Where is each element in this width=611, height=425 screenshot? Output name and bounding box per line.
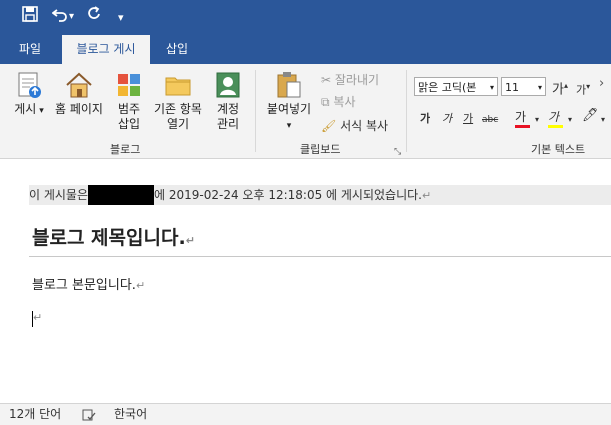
clear-format-icon[interactable]: 🖊	[582, 108, 599, 124]
highlight-label: 가	[548, 110, 560, 124]
post-title[interactable]: 블로그 제목입니다.↵	[32, 223, 195, 250]
paragraph-mark: ↵	[421, 189, 432, 202]
scissors-icon: ✂	[321, 73, 332, 87]
format-painter-icon: 🖌	[321, 119, 337, 133]
bold-button[interactable]: 가	[420, 111, 430, 127]
shrink-font-label: 가	[576, 83, 587, 97]
tab-file[interactable]: 파일	[2, 35, 58, 64]
font-color-button[interactable]: 가	[515, 109, 530, 128]
home-icon	[66, 72, 92, 98]
cut-button[interactable]: ✂ 잘라내기	[321, 72, 379, 88]
manage-accounts-label-1: 계정	[216, 102, 240, 116]
format-painter-label: 서식 복사	[340, 119, 389, 133]
title-divider	[29, 256, 611, 257]
blog-group-label: 블로그	[110, 143, 141, 156]
redacted-blog-name	[88, 185, 155, 205]
highlight-dropdown-icon[interactable]: ▾	[568, 112, 572, 128]
folder-icon	[165, 77, 191, 96]
language-indicator[interactable]: 한국어	[114, 404, 147, 424]
title-bar: ▾ ▾	[0, 0, 611, 35]
open-existing-label-1: 기존 항목	[154, 102, 202, 116]
paragraph-mark: ↵	[135, 279, 146, 292]
clipboard-launcher-icon[interactable]: ⤡	[394, 144, 401, 160]
paste-icon	[277, 72, 301, 98]
manage-accounts-label-2: 관리	[216, 117, 240, 131]
paste-label: 붙여넣기	[266, 102, 312, 116]
paragraph-mark: ↵	[185, 234, 195, 247]
clear-format-dropdown-icon[interactable]: ▾	[601, 112, 605, 128]
font-more-icon[interactable]: ›	[599, 76, 604, 92]
home-page-label: 홈 페이지	[55, 102, 103, 116]
post-body[interactable]: 블로그 본문입니다.↵	[32, 274, 145, 293]
font-color-swatch	[515, 125, 530, 128]
category-label-2: 삽입	[117, 117, 141, 131]
italic-button[interactable]: 가	[442, 111, 452, 127]
post-body-text: 블로그 본문입니다.	[32, 278, 136, 293]
post-title-text: 블로그 제목입니다.	[32, 227, 186, 249]
cut-label: 잘라내기	[334, 73, 380, 87]
copy-icon: ⧉	[321, 95, 330, 109]
font-size-select[interactable]: 11 ▾	[501, 77, 546, 96]
publish-info-bar: 이 게시물은 에 2019-02-24 오후 12:18:05 에 게시되었습니다…	[29, 185, 611, 205]
clipboard-group-label: 클립보드	[300, 143, 341, 156]
underline-button[interactable]: 가	[463, 111, 473, 127]
highlight-button[interactable]: 가	[548, 109, 563, 128]
font-color-dropdown-icon[interactable]: ▾	[535, 112, 539, 128]
copy-label: 복사	[333, 95, 356, 109]
grow-font-button[interactable]: 가▴	[552, 78, 568, 98]
word-count[interactable]: 12개 단어	[9, 404, 61, 424]
manage-accounts-button[interactable]: 계정 관리	[211, 70, 245, 132]
paragraph-mark: ↵	[33, 311, 43, 324]
category-icon	[118, 74, 140, 96]
undo-dropdown-icon[interactable]: ▾	[69, 7, 74, 27]
publish-label: 게시	[14, 102, 37, 116]
format-painter-button[interactable]: 🖌 서식 복사	[321, 118, 388, 134]
strikethrough-button[interactable]: abc	[482, 112, 498, 128]
open-existing-label-2: 열기	[166, 117, 190, 131]
open-existing-button[interactable]: 기존 항목 열기	[150, 70, 206, 132]
category-label-1: 범주	[117, 102, 141, 116]
proofing-icon[interactable]	[82, 404, 96, 424]
status-bar: 12개 단어 한국어	[0, 403, 611, 425]
customize-qat-icon[interactable]: ▾	[118, 8, 124, 28]
font-name-value: 맑은 고딕(본	[418, 81, 477, 94]
shrink-font-button[interactable]: 가▾	[576, 79, 590, 99]
ribbon-tabs: 파일 블로그 게시 삽입	[0, 35, 611, 64]
font-name-select[interactable]: 맑은 고딕(본 ▾	[414, 77, 498, 96]
basic-text-group-label: 기본 텍스트	[531, 143, 586, 156]
publish-icon	[18, 72, 41, 98]
account-icon	[216, 72, 240, 98]
highlight-swatch	[548, 125, 563, 128]
group-divider	[255, 70, 256, 152]
save-icon[interactable]	[22, 6, 38, 27]
tab-insert[interactable]: 삽입	[155, 35, 199, 64]
tab-blog-post[interactable]: 블로그 게시	[62, 35, 150, 64]
publish-info-prefix: 이 게시물은	[29, 188, 89, 202]
redo-icon[interactable]	[86, 6, 102, 27]
insert-category-button[interactable]: 범주 삽입	[112, 70, 146, 132]
group-divider	[406, 70, 407, 152]
paste-button[interactable]: 붙여넣기 ▾	[262, 70, 316, 134]
copy-button[interactable]: ⧉ 복사	[321, 94, 356, 110]
publish-info-suffix: 에 2019-02-24 오후 12:18:05 에 게시되었습니다.	[154, 188, 422, 202]
grow-font-label: 가	[552, 82, 564, 98]
home-page-button[interactable]: 홈 페이지	[50, 70, 108, 117]
undo-icon[interactable]	[51, 6, 68, 27]
font-size-value: 11	[505, 81, 519, 94]
font-color-label: 가	[515, 110, 527, 124]
ribbon: 게시 ▾ 홈 페이지 범주 삽입 기존 항목 열기 계정 관리 블로그 붙여넣기…	[0, 64, 611, 159]
document-area[interactable]: 이 게시물은 에 2019-02-24 오후 12:18:05 에 게시되었습니다…	[0, 159, 611, 403]
publish-button[interactable]: 게시 ▾	[12, 70, 46, 119]
